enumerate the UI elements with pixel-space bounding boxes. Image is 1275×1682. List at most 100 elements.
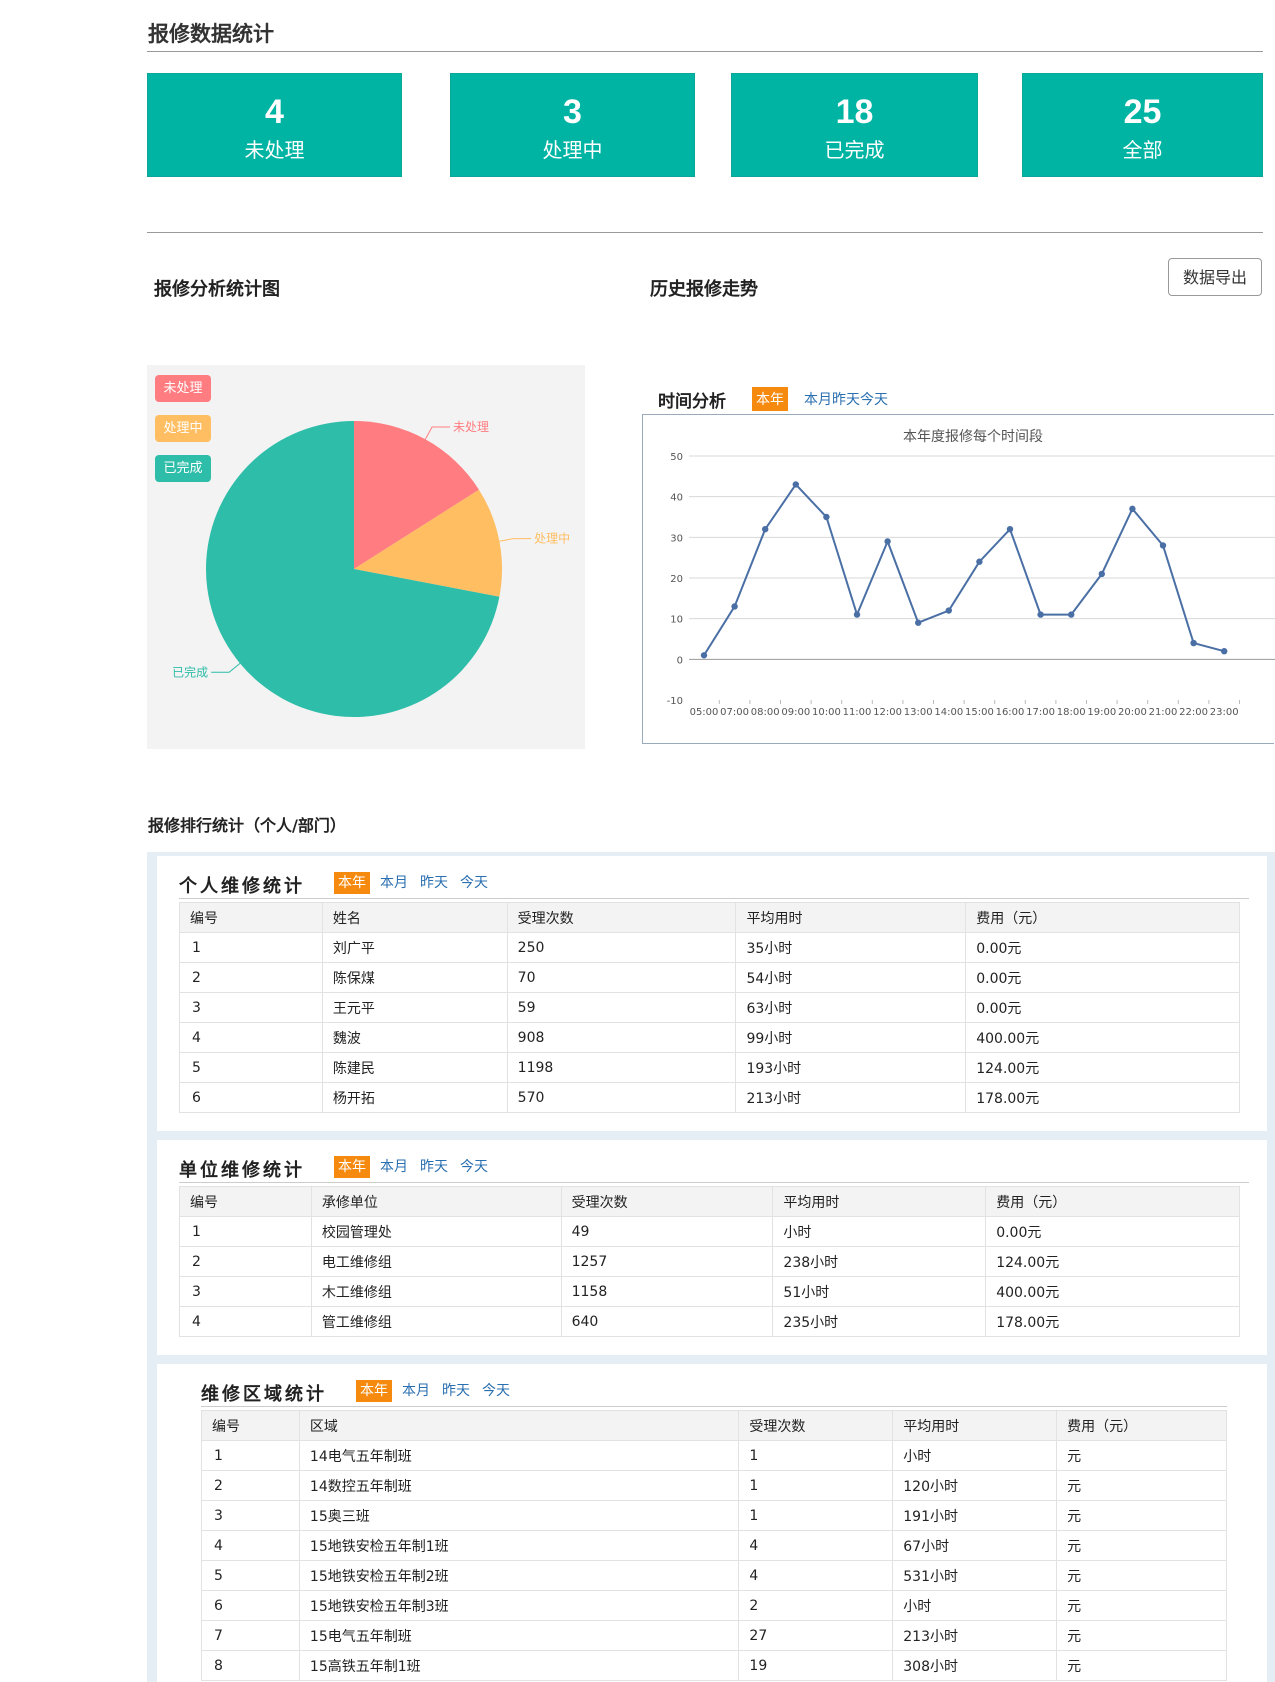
column-header[interactable]: 编号 [179, 902, 323, 933]
data-point[interactable] [1006, 526, 1014, 533]
card-header: 维修区域统计 本年 本月 昨天 今天 [201, 1364, 1227, 1413]
column-header[interactable]: 平均用时 [735, 902, 967, 933]
trend-filter-year[interactable]: 本年 [752, 387, 788, 411]
column-header[interactable]: 承修单位 [310, 1186, 562, 1217]
table-row[interactable]: 4 魏波 908 99小时 400.00元 [179, 1022, 1240, 1053]
page-title: 报修数据统计 [148, 22, 274, 46]
table-row[interactable]: 5 15地铁安检五年制2班 4 531小时元 [201, 1560, 1227, 1591]
table-row[interactable]: 3 15奥三班 1 191小时元 [201, 1500, 1227, 1531]
table-cell: 小时 [892, 1440, 1058, 1471]
stat-card-all[interactable]: 25 全部 [1022, 73, 1263, 177]
y-tick-label: -10 [667, 696, 683, 707]
table-row[interactable]: 8 15高铁五年制1班 19 308小时元 [201, 1650, 1227, 1681]
data-point[interactable] [762, 526, 769, 533]
personal-stats-card: 个人维修统计 本年 本月 昨天 今天 编号 姓名 受理次数 平均用时 费用（元） 1 刘广平 250… [157, 856, 1267, 1131]
table-row[interactable]: 6 15地铁安检五年制3班 2 小时元 [201, 1590, 1227, 1621]
table-row[interactable]: 1 14电气五年制班 1 小时元 [201, 1440, 1227, 1471]
x-tick-label: 14:00 [934, 707, 963, 718]
table-row[interactable]: 3 木工维修组 1158 51小时 400.00元 [179, 1276, 1240, 1307]
table-row[interactable]: 4 15地铁安检五年制1班 4 67小时元 [201, 1530, 1227, 1561]
stat-card-done[interactable]: 18 已完成 [731, 73, 978, 177]
filter-yesterday[interactable]: 昨天 [420, 1159, 448, 1175]
filter-today[interactable]: 今天 [460, 875, 488, 891]
table-header-row: 编号 区域 受理次数 平均用时 费用（元） [201, 1410, 1227, 1441]
filter-yesterday[interactable]: 昨天 [420, 875, 448, 891]
table-cell: 刘广平 [321, 932, 508, 963]
table-cell: 4 [738, 1530, 894, 1561]
filter-today[interactable]: 今天 [460, 1159, 488, 1175]
column-header[interactable]: 区域 [298, 1410, 740, 1441]
data-point[interactable] [1129, 505, 1136, 513]
column-header[interactable]: 受理次数 [738, 1410, 894, 1441]
data-point[interactable] [1098, 570, 1105, 578]
stat-label: 全部 [1122, 138, 1163, 162]
filter-month[interactable]: 本月 [402, 1383, 430, 1399]
filter-year[interactable]: 本年 [334, 872, 370, 894]
ranking-heading: 报修排行统计（个人/部门） [148, 816, 346, 835]
column-header[interactable]: 编号 [179, 1186, 312, 1217]
x-tick-label: 07:00 [720, 707, 749, 718]
table-row[interactable]: 6 杨开拓 570 213小时 178.00元 [179, 1082, 1240, 1113]
data-point[interactable] [700, 652, 708, 659]
table-row[interactable]: 2 陈保煤 70 54小时 0.00元 [179, 962, 1240, 993]
column-header[interactable]: 受理次数 [560, 1186, 774, 1217]
table-cell: 213小时 [892, 1620, 1058, 1651]
column-header[interactable]: 费用（元） [965, 902, 1240, 933]
filter-today[interactable]: 今天 [482, 1383, 510, 1399]
column-header[interactable]: 编号 [201, 1410, 300, 1441]
trend-filter-yesterday[interactable]: 昨天 [832, 389, 860, 409]
data-point[interactable] [945, 607, 952, 614]
trend-filter-today[interactable]: 今天 [860, 389, 888, 409]
card-title: 单位维修统计 [179, 1156, 305, 1189]
x-tick-label: 10:00 [812, 707, 841, 718]
stat-value: 3 [563, 93, 582, 131]
table-row[interactable]: 1 校园管理处 49 小时 0.00元 [179, 1216, 1240, 1247]
trend-filter-month[interactable]: 本月 [804, 389, 832, 409]
table-row[interactable]: 2 电工维修组 1257 238小时 124.00元 [179, 1246, 1240, 1277]
data-point[interactable] [853, 611, 861, 618]
column-header[interactable]: 姓名 [321, 902, 508, 933]
data-point[interactable] [976, 558, 983, 565]
table-row[interactable]: 5 陈建民 1198 193小时 124.00元 [179, 1052, 1240, 1083]
table-cell: 15奥三班 [298, 1500, 740, 1531]
data-point[interactable] [884, 538, 891, 545]
filter-year[interactable]: 本年 [356, 1380, 392, 1402]
card-filters: 本年 本月 昨天 今天 [356, 1380, 522, 1402]
table-cell: 1257 [560, 1246, 774, 1277]
ranking-panel: 个人维修统计 本年 本月 昨天 今天 编号 姓名 受理次数 平均用时 费用（元） 1 刘广平 250… [147, 852, 1275, 1682]
export-button[interactable]: 数据导出 [1168, 258, 1262, 296]
filter-year[interactable]: 本年 [334, 1156, 370, 1178]
data-point[interactable] [1159, 542, 1167, 549]
data-point[interactable] [1190, 639, 1197, 647]
table-cell: 15地铁安检五年制3班 [298, 1590, 740, 1621]
stat-card-processing[interactable]: 3 处理中 [450, 73, 695, 177]
table-cell: 元 [1056, 1650, 1227, 1681]
table-cell: 1 [738, 1500, 894, 1531]
data-point[interactable] [792, 481, 799, 488]
x-tick-label: 11:00 [843, 707, 872, 718]
table-cell: 54小时 [735, 962, 967, 993]
column-header[interactable]: 费用（元） [985, 1186, 1240, 1217]
data-point[interactable] [1221, 648, 1228, 655]
table-row[interactable]: 4 管工维修组 640 235小时 178.00元 [179, 1306, 1240, 1337]
line-chart-title: 本年度报修每个时间段 [903, 429, 1043, 445]
column-header[interactable]: 费用（元） [1056, 1410, 1227, 1441]
table-cell: 2 [201, 1470, 300, 1501]
data-point[interactable] [731, 603, 738, 610]
filter-month[interactable]: 本月 [380, 875, 408, 891]
data-point[interactable] [1068, 611, 1075, 618]
column-header[interactable]: 平均用时 [772, 1186, 987, 1217]
filter-month[interactable]: 本月 [380, 1159, 408, 1175]
filter-yesterday[interactable]: 昨天 [442, 1383, 470, 1399]
column-header[interactable]: 受理次数 [506, 902, 737, 933]
data-point[interactable] [915, 619, 922, 626]
table-row[interactable]: 1 刘广平 250 35小时 0.00元 [179, 932, 1240, 963]
table-row[interactable]: 3 王元平 59 63小时 0.00元 [179, 992, 1240, 1023]
data-point[interactable] [823, 513, 830, 521]
column-header[interactable]: 平均用时 [892, 1410, 1058, 1441]
data-point[interactable] [1037, 611, 1044, 618]
table-row[interactable]: 7 15电气五年制班 27 213小时元 [201, 1620, 1227, 1651]
y-tick-label: 50 [670, 452, 683, 463]
stat-card-unprocessed[interactable]: 4 未处理 [147, 73, 402, 177]
table-row[interactable]: 2 14数控五年制班 1 120小时元 [201, 1470, 1227, 1501]
